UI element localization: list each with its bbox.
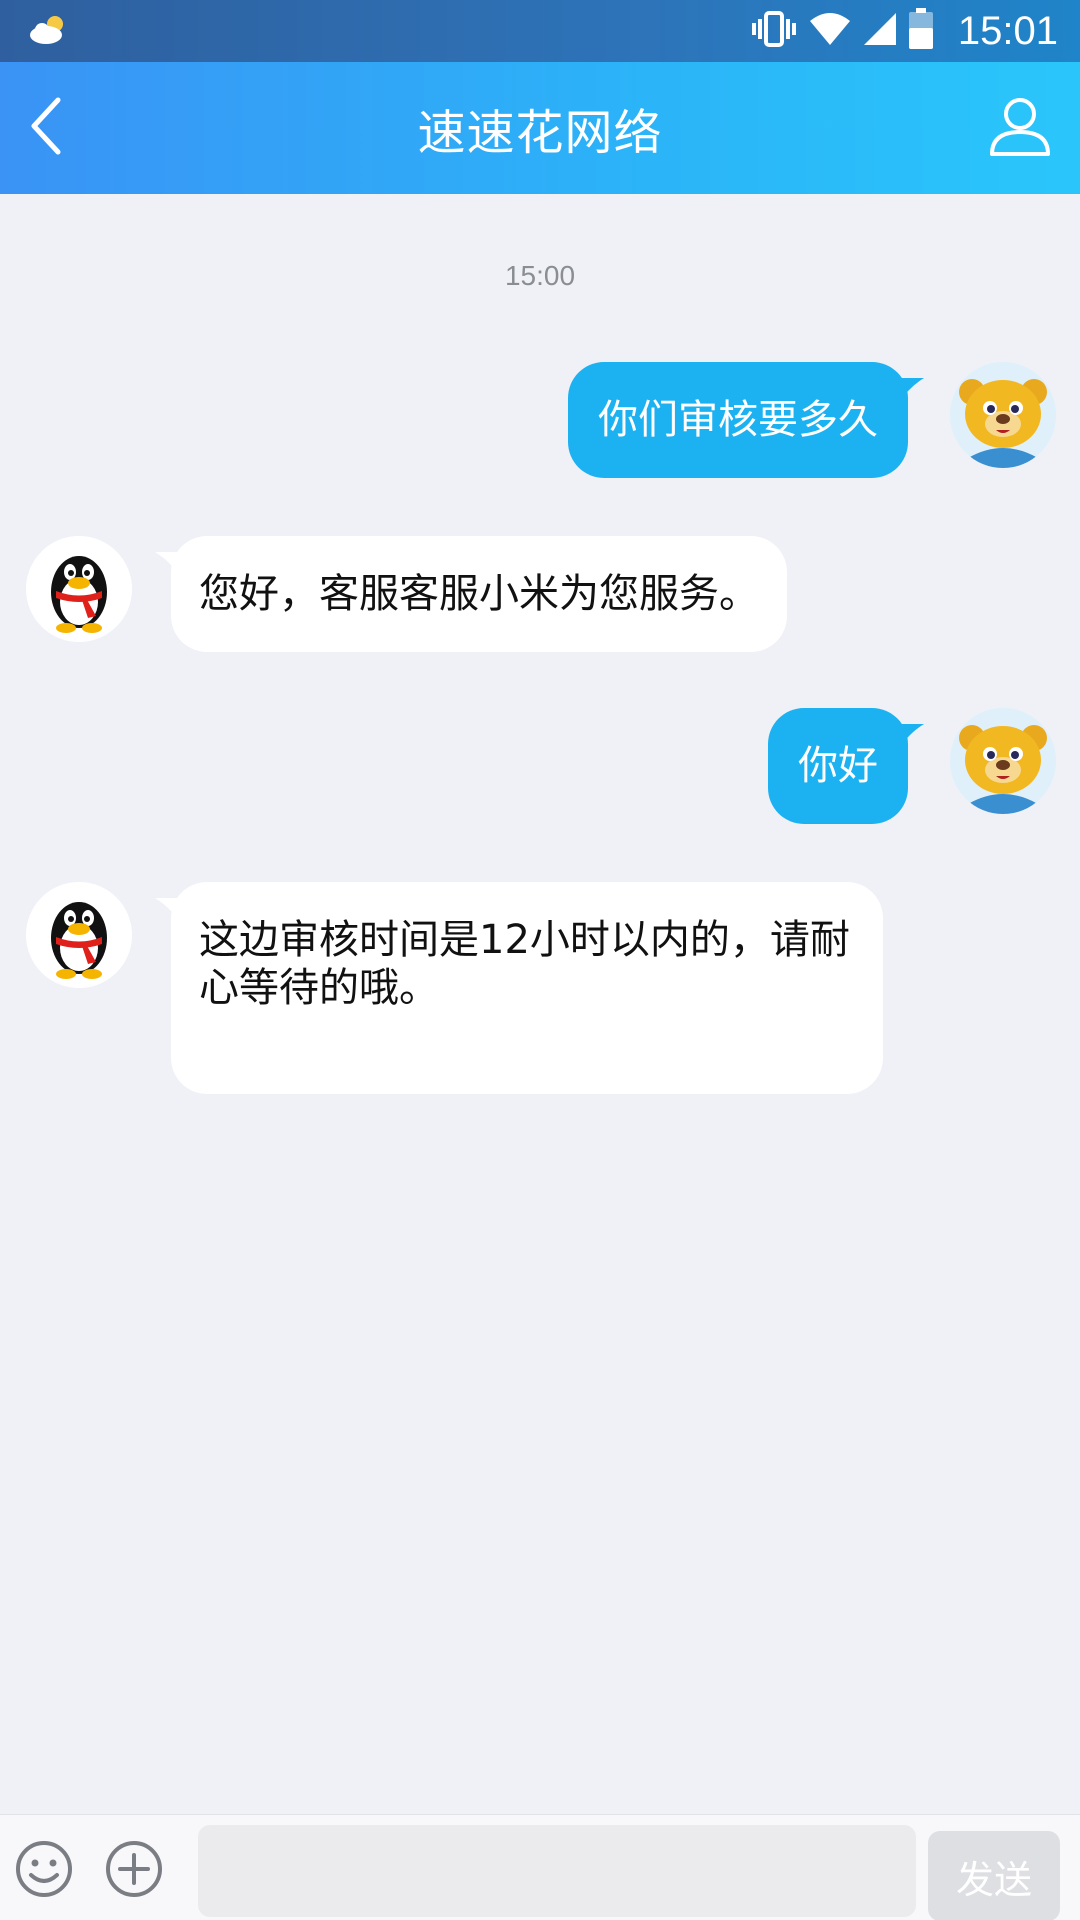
plus-icon — [104, 1841, 164, 1903]
signal-icon — [862, 11, 898, 51]
message-text: 你们审核要多久 — [598, 397, 878, 443]
message-bubble-outgoing[interactable]: 你们审核要多久 — [568, 362, 924, 478]
message-bubble-outgoing[interactable]: 你好 — [768, 708, 924, 824]
more-options-button[interactable] — [104, 1839, 164, 1899]
message-timestamp: 15:00 — [504, 260, 576, 291]
weather-icon — [28, 14, 68, 46]
chat-area[interactable]: 15:00 你们审核要多久 您好，客服客服小米为您服务。 你好 这边审核时间是1… — [0, 194, 1080, 1814]
status-time: 15:01 — [957, 8, 1058, 53]
battery-icon — [908, 8, 934, 54]
profile-icon — [988, 94, 1052, 162]
wifi-icon — [808, 11, 852, 51]
penguin-avatar[interactable] — [26, 882, 132, 988]
message-text: 这边审核时间是12小时以内的，请耐心等待的哦。 — [199, 917, 850, 1011]
page-title: 速速花网络 — [417, 105, 663, 161]
app-header: 速速花网络 — [0, 62, 1080, 194]
message-text: 您好，客服客服小米为您服务。 — [199, 571, 759, 617]
back-button[interactable] — [14, 92, 78, 164]
profile-button[interactable] — [984, 92, 1056, 164]
bear-avatar[interactable] — [950, 362, 1056, 468]
back-icon — [26, 96, 66, 160]
status-icons: 15:01 — [750, 0, 1058, 62]
message-input[interactable] — [198, 1825, 916, 1917]
message-bubble-incoming[interactable]: 这边审核时间是12小时以内的，请耐心等待的哦。 — [155, 882, 883, 1094]
message-bubble-incoming[interactable]: 您好，客服客服小米为您服务。 — [155, 536, 787, 652]
bear-avatar[interactable] — [950, 708, 1056, 814]
emoji-icon — [14, 1841, 74, 1903]
emoji-button[interactable] — [14, 1839, 74, 1899]
vibrate-icon — [750, 9, 798, 53]
send-button[interactable]: 发送 — [928, 1831, 1060, 1920]
input-bar: 发送 — [0, 1814, 1080, 1920]
status-bar: 15:01 — [0, 0, 1080, 62]
message-text: 你好 — [798, 743, 878, 789]
penguin-avatar[interactable] — [26, 536, 132, 642]
